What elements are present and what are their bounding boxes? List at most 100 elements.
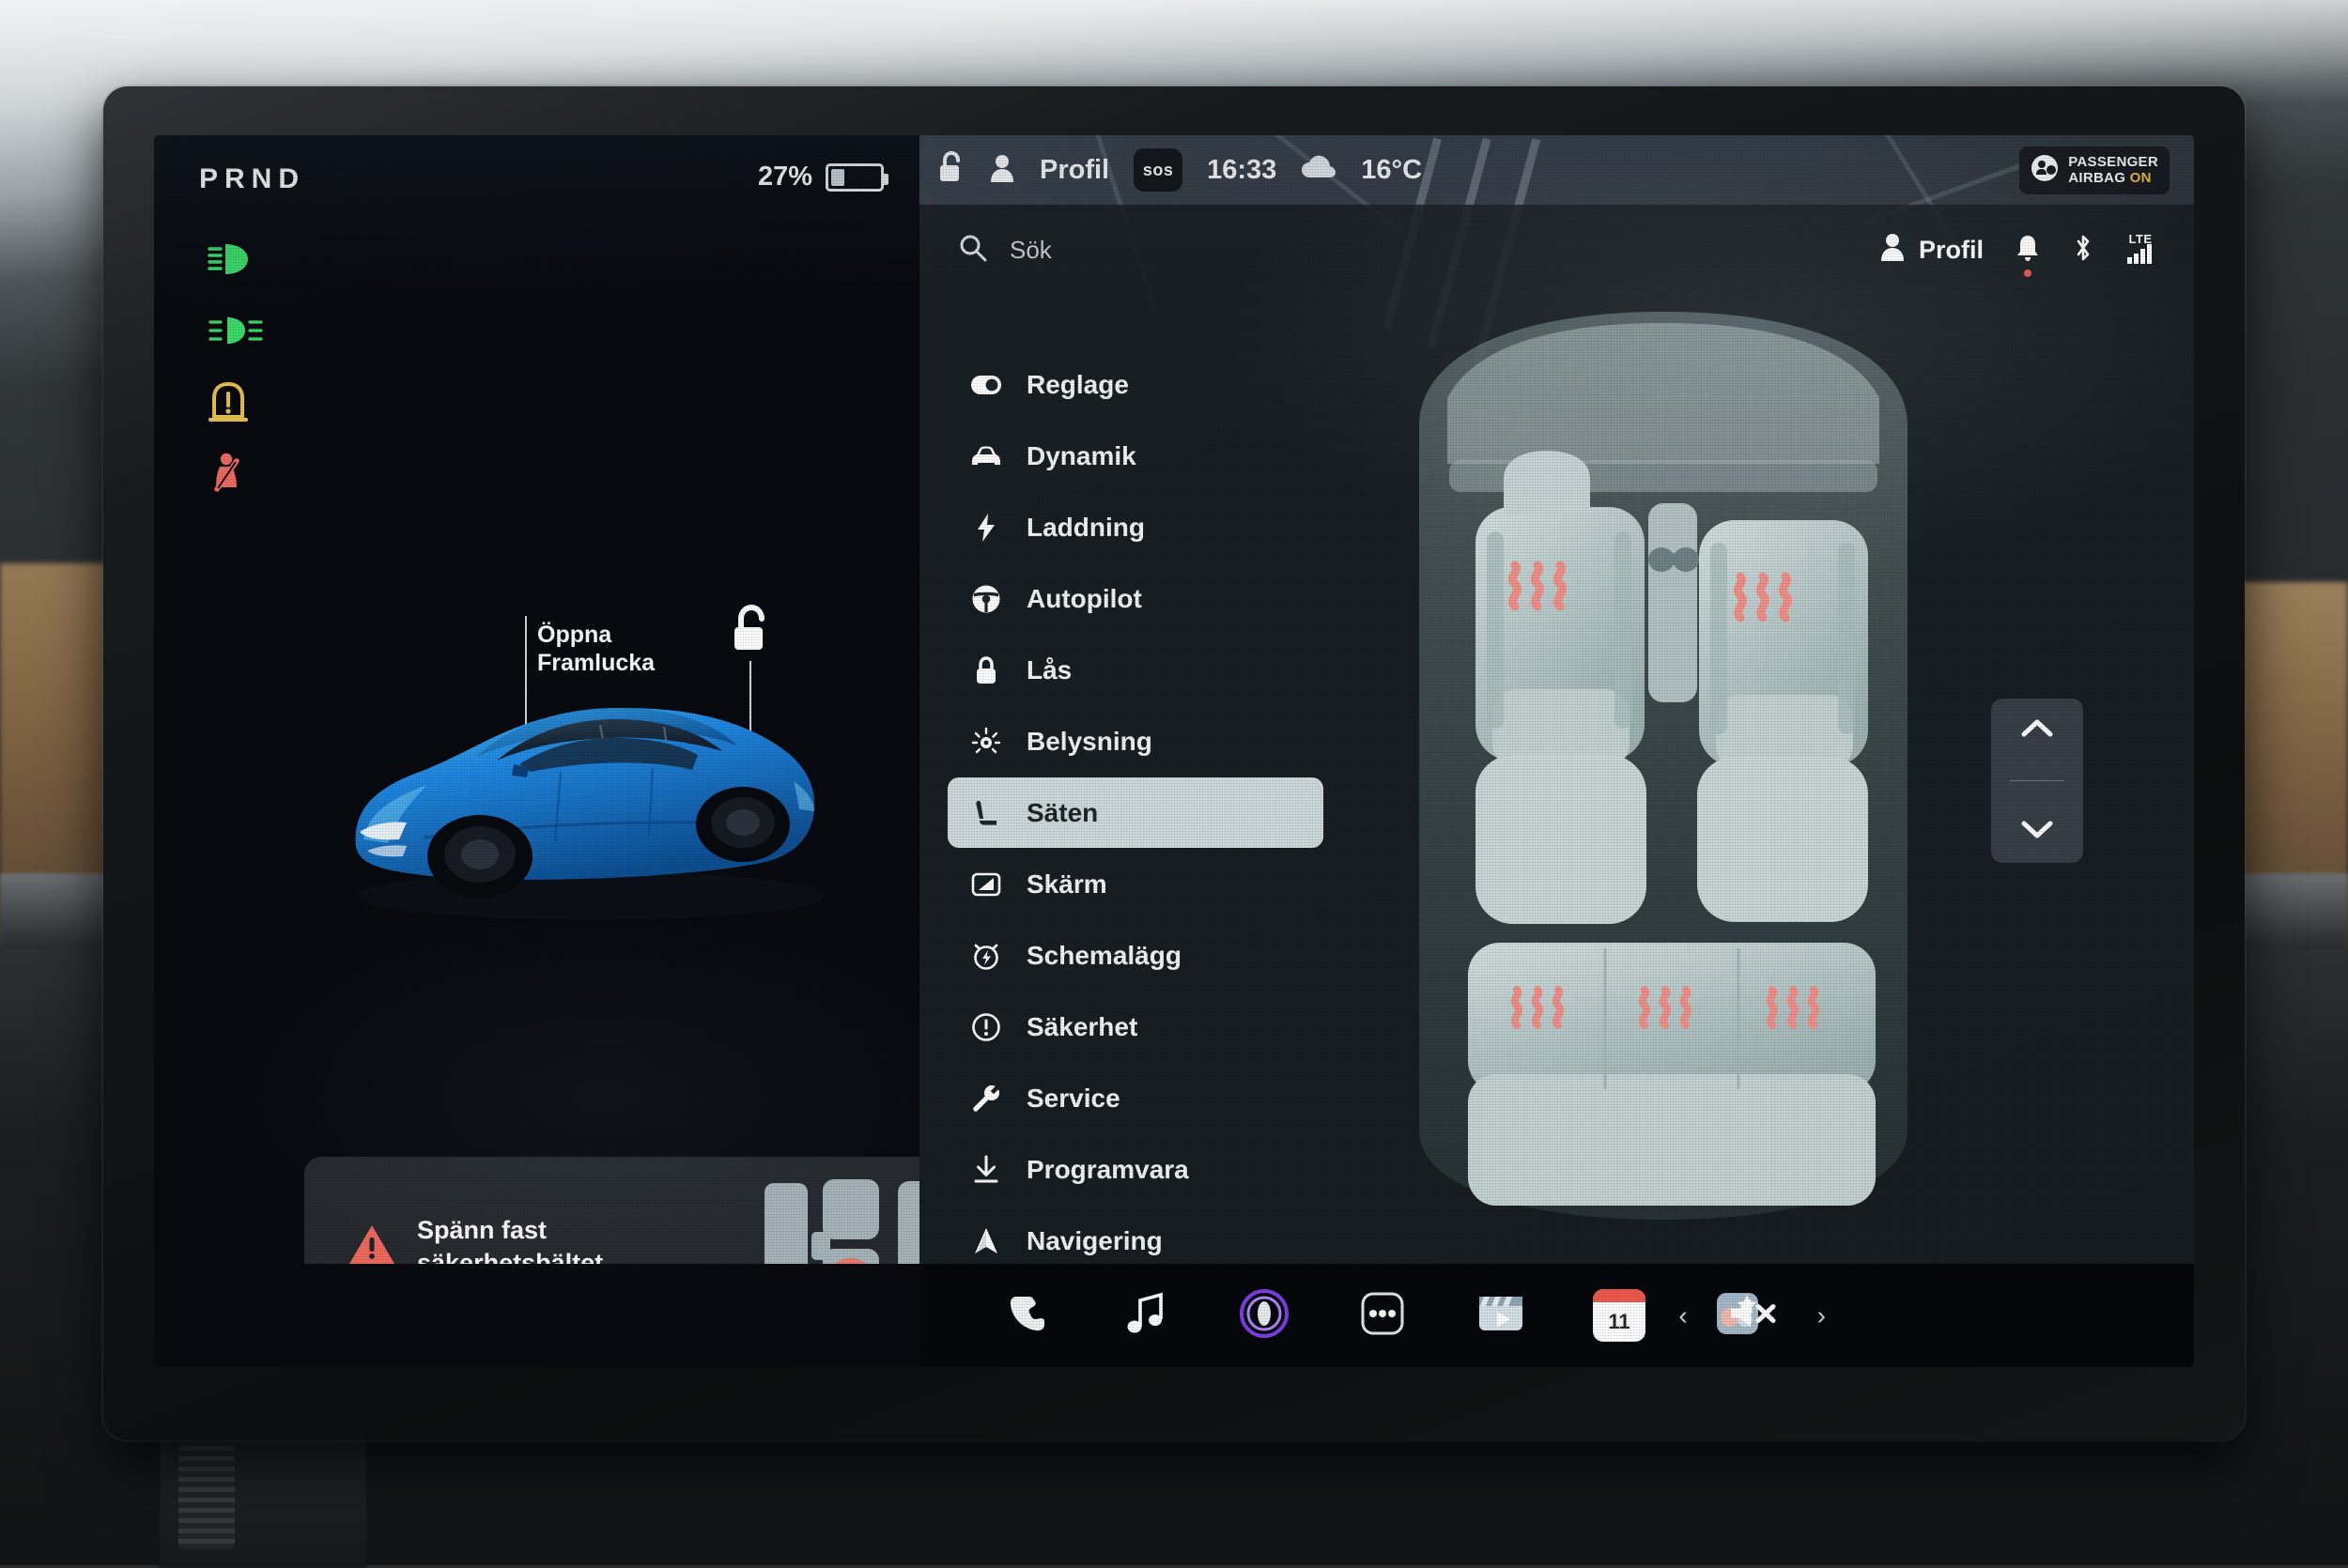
music-note-icon — [1125, 1291, 1166, 1341]
settings-profile-button[interactable]: Profil — [1879, 232, 1984, 269]
car-front-icon — [970, 445, 1002, 468]
airbag-line2-prefix: AIRBAG — [2068, 170, 2125, 186]
settings-menu-item-l-s[interactable]: Lås — [948, 635, 1323, 705]
vehicle-3d-render[interactable] — [318, 614, 844, 933]
app-dock[interactable]: 11 ‹ › — [919, 1264, 2194, 1367]
settings-menu-item-label: Skärm — [1027, 869, 1107, 899]
settings-profile-label: Profil — [1919, 236, 1984, 265]
seats-settings-view[interactable] — [1323, 295, 2194, 1367]
volume-mute-icon[interactable] — [1727, 1296, 1778, 1336]
cabin-seat-diagram[interactable] — [1363, 285, 1964, 1267]
unlock-status-icon[interactable] — [936, 150, 965, 191]
airbag-line1: PASSENGER — [2068, 155, 2158, 171]
settings-menu-item-label: Navigering — [1027, 1226, 1163, 1256]
outside-temperature: 16°C — [1361, 155, 1422, 186]
chevron-up-icon[interactable] — [2021, 717, 2053, 743]
touchscreen-bezel: PRND 27% — [103, 86, 2245, 1440]
alarm-clock-icon — [970, 941, 1002, 971]
steering-wheel-icon — [970, 584, 1002, 614]
settings-toolbar-actions: Profil LTE — [1879, 232, 2155, 269]
settings-menu-item-label: Autopilot — [1027, 584, 1142, 614]
sos-button[interactable]: sos — [1134, 148, 1182, 192]
battery-percent-label: 27% — [758, 161, 812, 192]
settings-menu-item-s-kerhet[interactable]: Säkerhet — [948, 992, 1323, 1062]
settings-menu-item-dynamik[interactable]: Dynamik — [948, 421, 1323, 491]
settings-menu-item-belysning[interactable]: Belysning — [948, 706, 1323, 776]
lock-icon — [970, 655, 1002, 685]
status-profile-label: Profil — [1040, 155, 1109, 186]
settings-menu-item-label: Programvara — [1027, 1155, 1189, 1185]
search-placeholder: Sök — [1010, 236, 1052, 265]
battery-status[interactable]: 27% — [758, 161, 884, 192]
dock-app-tidal[interactable] — [1237, 1288, 1291, 1343]
seatbelt-warning-icon — [207, 438, 272, 509]
settings-menu-item-label: Laddning — [1027, 513, 1145, 543]
search-field[interactable]: Sök — [959, 234, 1859, 267]
settings-menu-item-autopilot[interactable]: Autopilot — [948, 563, 1323, 634]
settings-menu-item-label: Belysning — [1027, 727, 1152, 757]
seat-icon — [970, 798, 1002, 828]
settings-menu-item-label: Service — [1027, 1084, 1120, 1114]
weather-cloud-icon — [1301, 155, 1336, 186]
search-icon — [959, 234, 987, 267]
dock-app-calendar[interactable]: 11 — [1592, 1288, 1646, 1343]
dock-app-media[interactable] — [1119, 1288, 1173, 1343]
settings-menu-list[interactable]: Reglage Dynamik Laddning Autopilot Lås Belysn… — [919, 295, 1323, 1367]
exclamation-circle-icon — [970, 1012, 1002, 1042]
stepper-divider — [2010, 780, 2064, 781]
settings-menu-item-laddning[interactable]: Laddning — [948, 492, 1323, 562]
download-icon — [970, 1155, 1002, 1185]
airbag-status-on: ON — [2130, 170, 2152, 186]
telltale-indicator-column — [207, 223, 272, 509]
sos-label: sos — [1143, 161, 1174, 180]
calendar-header-bar — [1593, 1289, 1645, 1302]
low-beam-headlight-icon — [207, 223, 272, 295]
settings-menu-item-schemal-gg[interactable]: Schemalägg — [948, 920, 1323, 991]
settings-menu-item-service[interactable]: Service — [948, 1063, 1323, 1133]
chevron-down-icon[interactable] — [2021, 819, 2053, 844]
driver-panel-dock-area — [154, 1264, 919, 1367]
wrench-icon — [970, 1084, 1002, 1114]
calendar-day-number: 11 — [1608, 1302, 1630, 1342]
settings-menu-item-label: Säkerhet — [1027, 1012, 1137, 1042]
settings-menu-item-label: Dynamik — [1027, 441, 1136, 471]
volume-control[interactable]: ‹ › — [1678, 1296, 1826, 1336]
passenger-airbag-text: PASSENGER AIRBAG ON — [2068, 155, 2158, 187]
seatbelt-alert-line1: Spänn fast — [417, 1214, 603, 1247]
toggle-switch-icon — [970, 375, 1002, 395]
cellular-signal-indicator: LTE — [2126, 232, 2155, 269]
volume-prev-button[interactable]: ‹ — [1678, 1300, 1687, 1330]
settings-menu-item-programvara[interactable]: Programvara — [948, 1134, 1323, 1205]
status-profile-icon[interactable] — [989, 153, 1015, 188]
navigation-arrow-icon — [970, 1226, 1002, 1256]
dock-app-icons[interactable]: 11 — [1000, 1288, 1765, 1343]
settings-menu-item-reglage[interactable]: Reglage — [948, 349, 1323, 420]
dock-app-phone[interactable] — [1000, 1288, 1055, 1343]
dock-app-video[interactable] — [1474, 1288, 1528, 1343]
console-vent — [178, 1446, 235, 1549]
tidal-circle-icon — [1240, 1289, 1289, 1343]
volume-next-button[interactable]: › — [1817, 1300, 1826, 1330]
passenger-airbag-indicator: PASSENGER AIRBAG ON — [2019, 146, 2170, 194]
passenger-airbag-icon — [2031, 154, 2059, 187]
video-clapper-icon — [1476, 1289, 1525, 1343]
settings-menu-item-sk-rm[interactable]: Skärm — [948, 849, 1323, 919]
top-status-bar: Profil sos 16:33 16°C PA — [919, 135, 2194, 205]
settings-person-icon — [1879, 232, 1906, 269]
dock-app-more[interactable] — [1355, 1288, 1410, 1343]
notifications-button[interactable] — [2016, 234, 2040, 267]
bluetooth-icon[interactable] — [2072, 233, 2094, 268]
seat-adjust-stepper[interactable] — [1991, 699, 2083, 863]
settings-menu-item-label: Säten — [1027, 798, 1098, 828]
settings-menu-item-s-ten[interactable]: Säten — [948, 777, 1323, 848]
tesla-touchscreen[interactable]: PRND 27% — [154, 135, 2194, 1367]
settings-panel[interactable]: Sök Profil — [919, 205, 2194, 1367]
settings-body: Reglage Dynamik Laddning Autopilot Lås Belysn… — [919, 295, 2194, 1367]
tire-pressure-warning-icon — [207, 366, 272, 438]
map-and-settings-area[interactable]: Profil sos 16:33 16°C PA — [919, 135, 2194, 1367]
driver-status-panel: PRND 27% — [154, 135, 919, 1367]
notification-badge-dot — [2024, 269, 2031, 277]
display-icon — [970, 871, 1002, 898]
battery-icon — [826, 163, 884, 192]
settings-menu-item-label: Lås — [1027, 655, 1072, 685]
